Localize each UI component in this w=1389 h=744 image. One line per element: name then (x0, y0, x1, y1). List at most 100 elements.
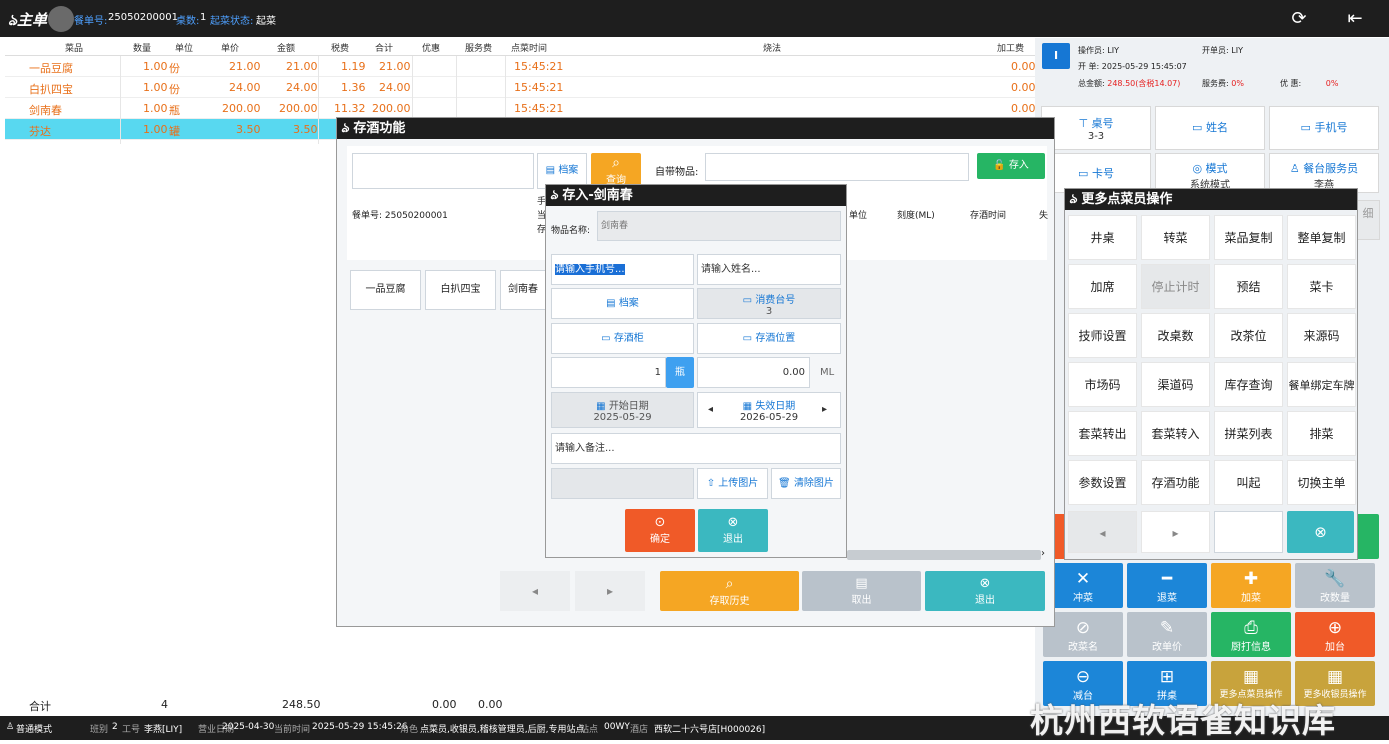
tile-detail[interactable]: 细 (1356, 200, 1380, 240)
dish-chip[interactable]: 剑南春 (500, 270, 546, 310)
jiacai-button[interactable]: ✚ 加菜 (1211, 563, 1291, 608)
ml-input[interactable]: 0.00 (697, 357, 810, 388)
tile-card[interactable]: ▭ 卡号 (1041, 153, 1151, 193)
unit-button[interactable]: 瓶 (666, 357, 694, 388)
op-button[interactable]: 排菜 (1287, 411, 1356, 456)
clear-image-button[interactable]: 🗑 清除图片 (771, 468, 841, 499)
op-button[interactable]: 拼菜列表 (1214, 411, 1283, 456)
disabled-icon: ⊘ (1075, 618, 1091, 638)
op-button[interactable]: 存酒功能 (1141, 460, 1210, 505)
name-input[interactable]: 请输入姓名... (697, 254, 841, 285)
consume-table-button[interactable]: ▭ 消费台号 3 (697, 288, 841, 319)
history-button[interactable]: ⌕ 存取历史 (660, 571, 799, 611)
chevron-right-icon[interactable]: › (1041, 548, 1045, 559)
ops-close-button[interactable]: ⊗ (1287, 511, 1354, 553)
deposit-archive-button[interactable]: ▤ 档案 (551, 288, 694, 319)
op-button[interactable]: 改茶位 (1214, 313, 1283, 358)
tile-table-no[interactable]: ⊤ 桌号 3-3 (1041, 106, 1151, 150)
opener-line: 开单员: LIY (1202, 45, 1243, 56)
tile-mode[interactable]: ◎ 模式 系统模式 (1155, 153, 1265, 193)
table-row[interactable]: 剑南春 1.00 瓶 200.00 200.00 11.32 200.00 15… (5, 98, 1037, 119)
tile-name[interactable]: ▭ 姓名 (1155, 106, 1265, 150)
op-button[interactable]: 整单复制 (1287, 215, 1356, 260)
cabinet-button[interactable]: ▭ 存酒柜 (551, 323, 694, 354)
gaishuliang-button[interactable]: 🔧 改数量 (1295, 563, 1375, 608)
dish-total: 21.00 (379, 60, 411, 73)
history-label: 存取历史 (709, 596, 750, 607)
chongcai-label: 冲菜 (1073, 593, 1093, 604)
end-date-field[interactable]: ◂ ▦ 失效日期 2026-05-29 ▸ (697, 392, 841, 428)
dish-chip[interactable]: 一品豆腐 (350, 270, 421, 310)
op-button[interactable]: 餐单绑定车牌 (1287, 362, 1356, 407)
remark-input[interactable]: 请输入备注... (551, 433, 841, 464)
own-item-input[interactable] (705, 153, 969, 181)
op-button[interactable]: 套菜转入 (1141, 411, 1210, 456)
op-button[interactable]: 菜卡 (1287, 264, 1356, 309)
wine-exit-button[interactable]: ⊗ 退出 (925, 571, 1045, 611)
refresh-icon[interactable]: ⟳ (1288, 8, 1310, 30)
chevron-right-icon[interactable]: ▸ (822, 404, 827, 415)
close-circle-icon: ⊗ (1314, 523, 1327, 541)
tile-waiter[interactable]: ♙ 餐台服务员 李燕 (1269, 153, 1379, 193)
ops-search-input[interactable] (1214, 511, 1283, 553)
chevron-left-icon[interactable]: ◂ (708, 404, 713, 415)
deposit-dialog-title: ঌ 存入-剑南春 (546, 185, 846, 206)
op-button[interactable]: 预结 (1214, 264, 1283, 309)
dish-amount: 24.00 (286, 81, 318, 94)
upload-image-button[interactable]: ⇧ 上传图片 (697, 468, 768, 499)
chongcai-button[interactable]: ✕ 冲菜 (1043, 563, 1123, 608)
gaidanjia-button[interactable]: ✎ 改单价 (1127, 612, 1207, 657)
deposit-exit-button[interactable]: ⊗ 退出 (698, 509, 768, 552)
exit-icon[interactable]: ⇤ (1344, 8, 1366, 30)
next-page-button[interactable]: ▸ (1141, 511, 1210, 553)
col-tax: 税费 (331, 44, 350, 54)
prev-page-button[interactable]: ◂ (1068, 511, 1137, 553)
op-button[interactable]: 参数设置 (1068, 460, 1137, 505)
op-button[interactable]: 井桌 (1068, 215, 1137, 260)
tuicai-button[interactable]: ━ 退菜 (1127, 563, 1207, 608)
op-button[interactable]: 套菜转出 (1068, 411, 1137, 456)
next-page-button[interactable]: ▸ (575, 571, 645, 611)
table-row[interactable]: 白扒四宝 1.00 份 24.00 24.00 1.36 24.00 15:45… (5, 77, 1037, 98)
op-button[interactable]: 叫起 (1214, 460, 1283, 505)
qty-input[interactable]: 1 (551, 357, 666, 388)
open-time: 2025-05-29 15:45:07 (1101, 62, 1187, 71)
gaicaiming-button[interactable]: ⊘ 改菜名 (1043, 612, 1123, 657)
op-button-disabled[interactable]: 停止计时 (1141, 264, 1210, 309)
phone-input[interactable]: 请输入手机号... (551, 254, 694, 285)
seats-count: 1 (200, 12, 207, 23)
jiatai-button[interactable]: ⊕ 加台 (1295, 612, 1375, 657)
deposit-dialog: ঌ 存入-剑南春 物品名称: 剑南春 请输入手机号... 请输入姓名... ▤ … (545, 184, 847, 558)
prev-page-button[interactable]: ◂ (500, 571, 570, 611)
op-label: 来源码 (1303, 329, 1340, 343)
confirm-button[interactable]: ⊙ 确定 (625, 509, 695, 552)
op-button[interactable]: 库存查询 (1214, 362, 1283, 407)
table-row[interactable]: 一品豆腐 1.00 份 21.00 21.00 1.19 21.00 15:45… (5, 56, 1037, 77)
op-label: 井桌 (1090, 231, 1115, 245)
dish-chip[interactable]: 白扒四宝 (425, 270, 496, 310)
op-button[interactable]: 技师设置 (1068, 313, 1137, 358)
op-button[interactable]: 菜品复制 (1214, 215, 1283, 260)
dish-total: 200.00 (372, 102, 411, 115)
dish-price: 21.00 (229, 60, 261, 73)
store-in-button[interactable]: 🔓 存入 (977, 153, 1045, 179)
op-button[interactable]: 转菜 (1141, 215, 1210, 260)
take-out-button[interactable]: ▤ 取出 (802, 571, 921, 611)
op-button[interactable]: 来源码 (1287, 313, 1356, 358)
dish-qty: 1.00 (143, 81, 168, 94)
op-button[interactable]: 切换主单 (1287, 460, 1356, 505)
tile-phone[interactable]: ▭ 手机号 (1269, 106, 1379, 150)
dish-amount: 3.50 (293, 123, 318, 136)
tile-waiter-label: 餐台服务员 (1303, 162, 1359, 175)
chuda-button[interactable]: ⎙ 厨打信息 (1211, 612, 1291, 657)
op-button[interactable]: 加席 (1068, 264, 1137, 309)
op-button[interactable]: 市场码 (1068, 362, 1137, 407)
wine-search-input[interactable] (352, 153, 534, 189)
op-button[interactable]: 渠道码 (1141, 362, 1210, 407)
jiatai-label: 加台 (1325, 642, 1345, 653)
position-button[interactable]: ▭ 存酒位置 (697, 323, 841, 354)
role-label: 角色 (400, 725, 419, 735)
start-date-button[interactable]: ▦ 开始日期 2025-05-29 (551, 392, 694, 428)
op-button[interactable]: 改桌数 (1141, 313, 1210, 358)
horizontal-scrollbar[interactable] (847, 550, 1041, 560)
